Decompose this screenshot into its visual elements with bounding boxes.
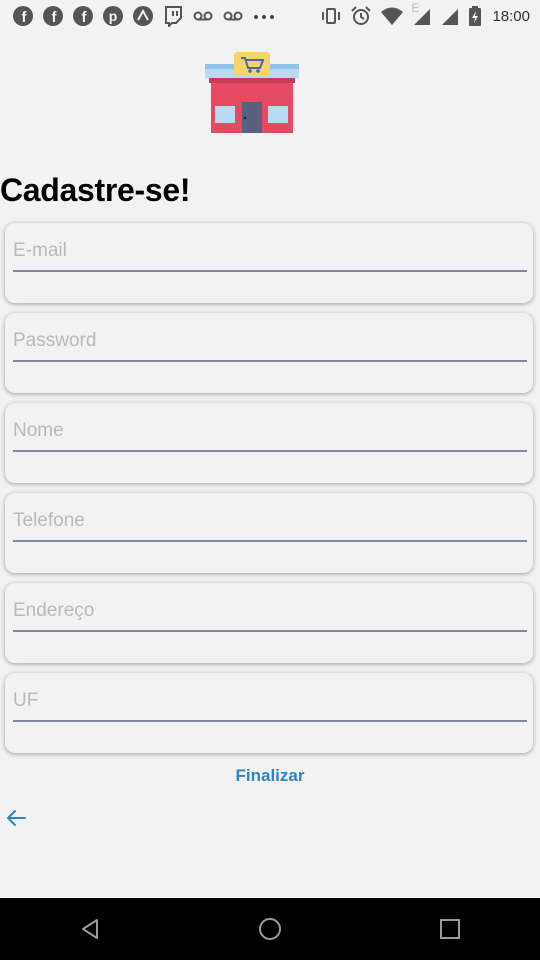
more-icon <box>252 5 276 27</box>
email-field-card <box>5 223 533 303</box>
field-underline <box>13 720 527 722</box>
facebook-icon: f <box>72 5 94 27</box>
back-nav-button[interactable] <box>60 903 120 955</box>
phone-field[interactable] <box>13 501 527 541</box>
home-nav-button[interactable] <box>240 903 300 955</box>
signal-icon <box>440 5 460 27</box>
alarm-icon <box>350 5 372 27</box>
recents-nav-button[interactable] <box>420 903 480 955</box>
recents-square-icon <box>440 919 460 939</box>
field-underline <box>13 360 527 362</box>
name-field[interactable] <box>13 411 527 451</box>
notification-icons: f f f p <box>12 5 276 27</box>
field-underline <box>13 630 527 632</box>
back-triangle-icon <box>82 919 98 939</box>
email-field[interactable] <box>13 231 527 271</box>
state-field-card <box>5 673 533 753</box>
network-type-label: E <box>411 1 420 15</box>
phone-field-card <box>5 493 533 573</box>
signal-icon: E <box>411 1 432 27</box>
field-underline <box>13 270 527 272</box>
password-field-card <box>5 313 533 393</box>
field-underline <box>13 450 527 452</box>
voicemail-icon <box>222 5 244 27</box>
system-icons: E 18:00 <box>320 1 530 27</box>
pinterest-icon: p <box>102 5 124 27</box>
battery-icon <box>468 5 482 27</box>
twitch-icon <box>162 5 184 27</box>
field-underline <box>13 540 527 542</box>
store-logo <box>203 50 301 136</box>
address-field[interactable] <box>13 591 527 631</box>
svg-text:p: p <box>109 8 118 24</box>
status-bar: f f f p E 18:00 <box>0 0 540 32</box>
back-arrow-icon[interactable] <box>4 806 28 830</box>
voicemail-icon <box>192 5 214 27</box>
page-title: Cadastre-se! <box>0 172 191 208</box>
finalize-button[interactable]: Finalizar <box>0 766 540 786</box>
facebook-icon: f <box>12 5 34 27</box>
vibrate-icon <box>320 5 342 27</box>
astro-icon <box>132 5 154 27</box>
state-field[interactable] <box>13 681 527 721</box>
wifi-icon <box>380 5 404 27</box>
navigation-bar <box>0 898 540 960</box>
facebook-icon: f <box>42 5 64 27</box>
clock: 18:00 <box>492 7 530 25</box>
address-field-card <box>5 583 533 663</box>
home-circle-icon <box>259 918 281 940</box>
password-field[interactable] <box>13 321 527 361</box>
name-field-card <box>5 403 533 483</box>
